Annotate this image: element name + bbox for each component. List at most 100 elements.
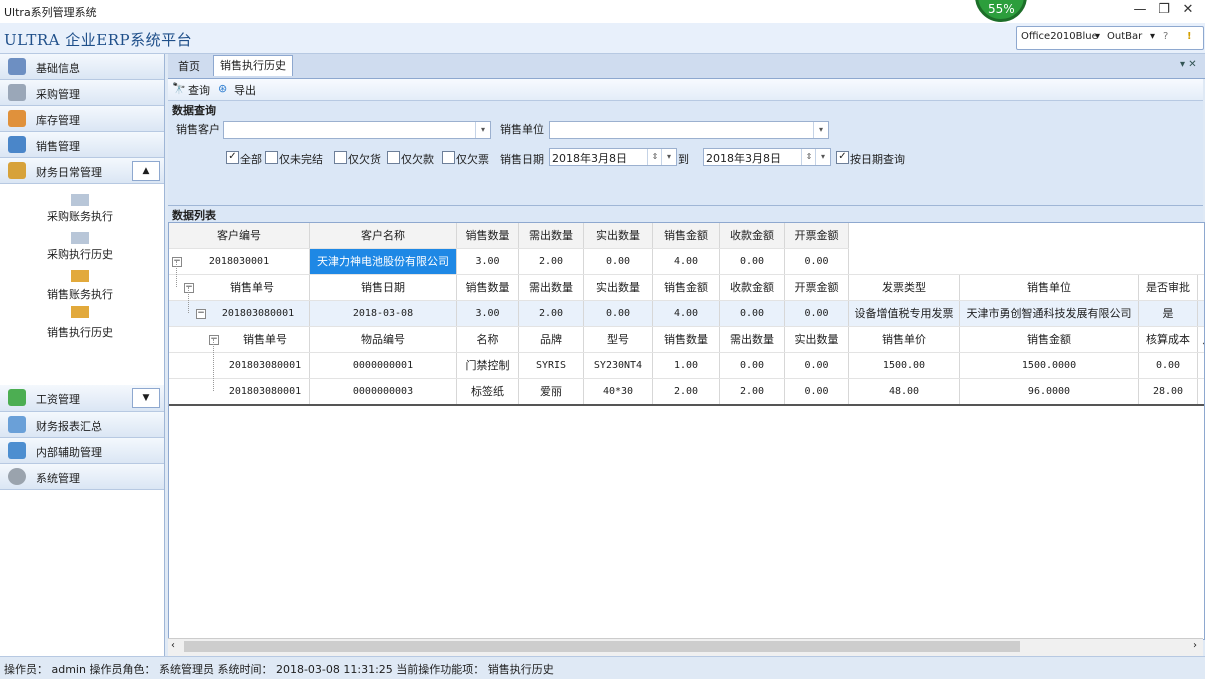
filter-unfinished-label[interactable]: 仅未完结 — [279, 151, 323, 167]
column-header[interactable]: 月 — [1198, 327, 1205, 352]
column-header[interactable]: 名称 — [457, 327, 519, 352]
by-date-checkbox[interactable]: ✓ — [836, 151, 849, 164]
column-header[interactable]: 实出数量 — [785, 327, 849, 352]
column-header[interactable]: 品牌 — [519, 327, 584, 352]
column-header[interactable]: 收款金额 — [720, 223, 785, 248]
restore-icon[interactable]: ❐ — [1152, 2, 1176, 20]
sidebar-item-finance-daily[interactable]: 财务日常管理 ▲ — [0, 158, 164, 184]
filter-owe-goods-label[interactable]: 仅欠货 — [348, 151, 381, 167]
column-header[interactable]: 销售单价 — [849, 327, 960, 352]
collapse-icon[interactable]: − — [196, 309, 206, 319]
query-button[interactable]: 查询 — [188, 82, 210, 98]
sidebar-item-finance-report[interactable]: 财务报表汇总 — [0, 412, 164, 438]
chevron-down-icon[interactable]: ▾ — [1150, 31, 1155, 42]
tab-close-icon[interactable]: ▾ ✕ — [1180, 59, 1197, 70]
scroll-left-icon[interactable]: ‹ — [171, 640, 175, 651]
sidebar-item-sales[interactable]: 销售管理 — [0, 132, 164, 158]
collapse-icon[interactable]: − — [184, 283, 194, 293]
table-row[interactable]: − 2018030001 天津力神电池股份有限公司 3.00 2.00 0.00… — [169, 249, 1204, 275]
filter-unfinished-checkbox[interactable] — [265, 151, 278, 164]
outbar-value[interactable]: OutBar — [1107, 31, 1142, 42]
chevron-down-icon[interactable]: ▾ — [1095, 31, 1100, 42]
search-icon[interactable]: 🔭 — [172, 82, 186, 95]
column-header[interactable]: 收款金额 — [720, 275, 785, 300]
column-header[interactable]: 实出数量 — [584, 275, 653, 300]
unit-combo[interactable]: ▾ — [549, 121, 829, 139]
column-header[interactable]: 型号 — [584, 327, 653, 352]
column-header[interactable]: 需出数量 — [519, 275, 584, 300]
date-from-picker[interactable]: 2018年3月8日 ⇕ ▾ — [549, 148, 677, 166]
collapse-icon[interactable]: − — [209, 335, 219, 345]
close-window-icon[interactable]: ✕ — [1176, 2, 1200, 20]
sidebar-item-internal[interactable]: 内部辅助管理 — [0, 438, 164, 464]
scroll-right-icon[interactable]: › — [1193, 640, 1197, 651]
data-grid[interactable]: 客户编号 客户名称 销售数量 需出数量 实出数量 销售金额 收款金额 开票金额 … — [168, 222, 1205, 640]
sidebar-item-basic-info[interactable]: 基础信息 — [0, 54, 164, 80]
export-button[interactable]: 导出 — [234, 82, 256, 98]
collapse-icon[interactable]: ▲ — [132, 161, 160, 181]
info-icon[interactable]: ! — [1187, 31, 1192, 42]
export-icon[interactable]: ⊛ — [218, 82, 227, 95]
column-header[interactable]: 销售数量 — [457, 275, 519, 300]
column-header[interactable]: 是否审批 — [1139, 275, 1198, 300]
tab-home[interactable]: 首页 — [172, 57, 206, 77]
cell-selected[interactable]: 天津力神电池股份有限公司 — [310, 249, 457, 274]
column-header[interactable]: 销售单号 — [221, 327, 310, 352]
column-header[interactable]: 销售数量 — [653, 327, 720, 352]
column-header[interactable]: 需出数量 — [519, 223, 584, 248]
column-header[interactable]: 销售日期 — [310, 275, 457, 300]
filter-all-label[interactable]: 全部 — [240, 151, 262, 167]
filter-owe-invoice-checkbox[interactable] — [442, 151, 455, 164]
customer-combo[interactable]: ▾ — [223, 121, 491, 139]
date-to-picker[interactable]: 2018年3月8日 ⇕ ▾ — [703, 148, 831, 166]
column-header[interactable]: 客户名称 — [310, 223, 457, 248]
theme-selector[interactable]: Office2010Blue ▾ OutBar ▾ ? ! — [1016, 26, 1204, 50]
chevron-down-icon[interactable]: ▾ — [813, 122, 828, 138]
sidebar-item-purchase[interactable]: 采购管理 — [0, 80, 164, 106]
sub-item-purchase-ledger[interactable]: 采购账务执行 — [0, 208, 160, 224]
ledger-icon — [71, 194, 89, 206]
sub-item-sales-history[interactable]: 销售执行历史 — [0, 324, 160, 340]
sidebar-item-salary[interactable]: 工资管理 ▼ — [0, 385, 164, 412]
filter-owe-money-checkbox[interactable] — [387, 151, 400, 164]
column-header[interactable]: 销售金额 — [960, 327, 1139, 352]
filter-owe-goods-checkbox[interactable] — [334, 151, 347, 164]
sidebar-item-system[interactable]: 系统管理 — [0, 464, 164, 490]
column-header[interactable]: 销售单号 — [195, 275, 310, 300]
column-header[interactable]: 销售金额 — [653, 223, 720, 248]
sub-item-sales-ledger[interactable]: 销售账务执行 — [0, 286, 160, 302]
sidebar-item-inventory[interactable]: 库存管理 — [0, 106, 164, 132]
spin-icon[interactable]: ⇕ — [801, 149, 816, 165]
chevron-down-icon[interactable]: ▾ — [815, 149, 830, 165]
theme-value[interactable]: Office2010Blue — [1021, 31, 1098, 42]
column-header[interactable]: 发票类型 — [849, 275, 960, 300]
column-header[interactable]: 销售金额 — [653, 275, 720, 300]
column-header[interactable]: 需出数量 — [720, 327, 785, 352]
chevron-down-icon[interactable]: ▼ — [132, 388, 160, 408]
filter-all-checkbox[interactable]: ✓ — [226, 151, 239, 164]
table-row[interactable]: 201803080001 0000000003 标签纸 爱丽 40*30 2.0… — [169, 379, 1204, 406]
column-header[interactable]: 开票金额 — [785, 223, 849, 248]
column-header[interactable]: 开票金额 — [785, 275, 849, 300]
query-panel-title: 数据查询 — [172, 104, 216, 117]
table-row[interactable]: 201803080001 0000000001 门禁控制 SYRIS SY230… — [169, 353, 1204, 379]
spin-icon[interactable]: ⇕ — [647, 149, 662, 165]
chevron-down-icon[interactable]: ▾ — [475, 122, 490, 138]
column-header[interactable]: 销售数量 — [457, 223, 519, 248]
scrollbar-thumb[interactable] — [184, 641, 1020, 652]
filter-owe-money-label[interactable]: 仅欠款 — [401, 151, 434, 167]
column-header[interactable]: 销售单位 — [960, 275, 1139, 300]
by-date-label[interactable]: 按日期查询 — [850, 151, 905, 167]
column-header[interactable]: 实出数量 — [584, 223, 653, 248]
tab-sales-history[interactable]: 销售执行历史 — [213, 55, 293, 76]
help-icon[interactable]: ? — [1163, 31, 1168, 42]
sub-item-purchase-history[interactable]: 采购执行历史 — [0, 246, 160, 262]
filter-owe-invoice-label[interactable]: 仅欠票 — [456, 151, 489, 167]
chevron-down-icon[interactable]: ▾ — [661, 149, 676, 165]
column-header[interactable]: 核算成本 — [1139, 327, 1198, 352]
column-header[interactable]: 客户编号 — [169, 223, 310, 248]
column-header[interactable]: 物品编号 — [310, 327, 457, 352]
table-row[interactable]: − 201803080001 2018-03-08 3.00 2.00 0.00… — [169, 301, 1204, 327]
finance-icon — [8, 162, 26, 179]
minimize-icon[interactable]: — — [1128, 2, 1152, 20]
